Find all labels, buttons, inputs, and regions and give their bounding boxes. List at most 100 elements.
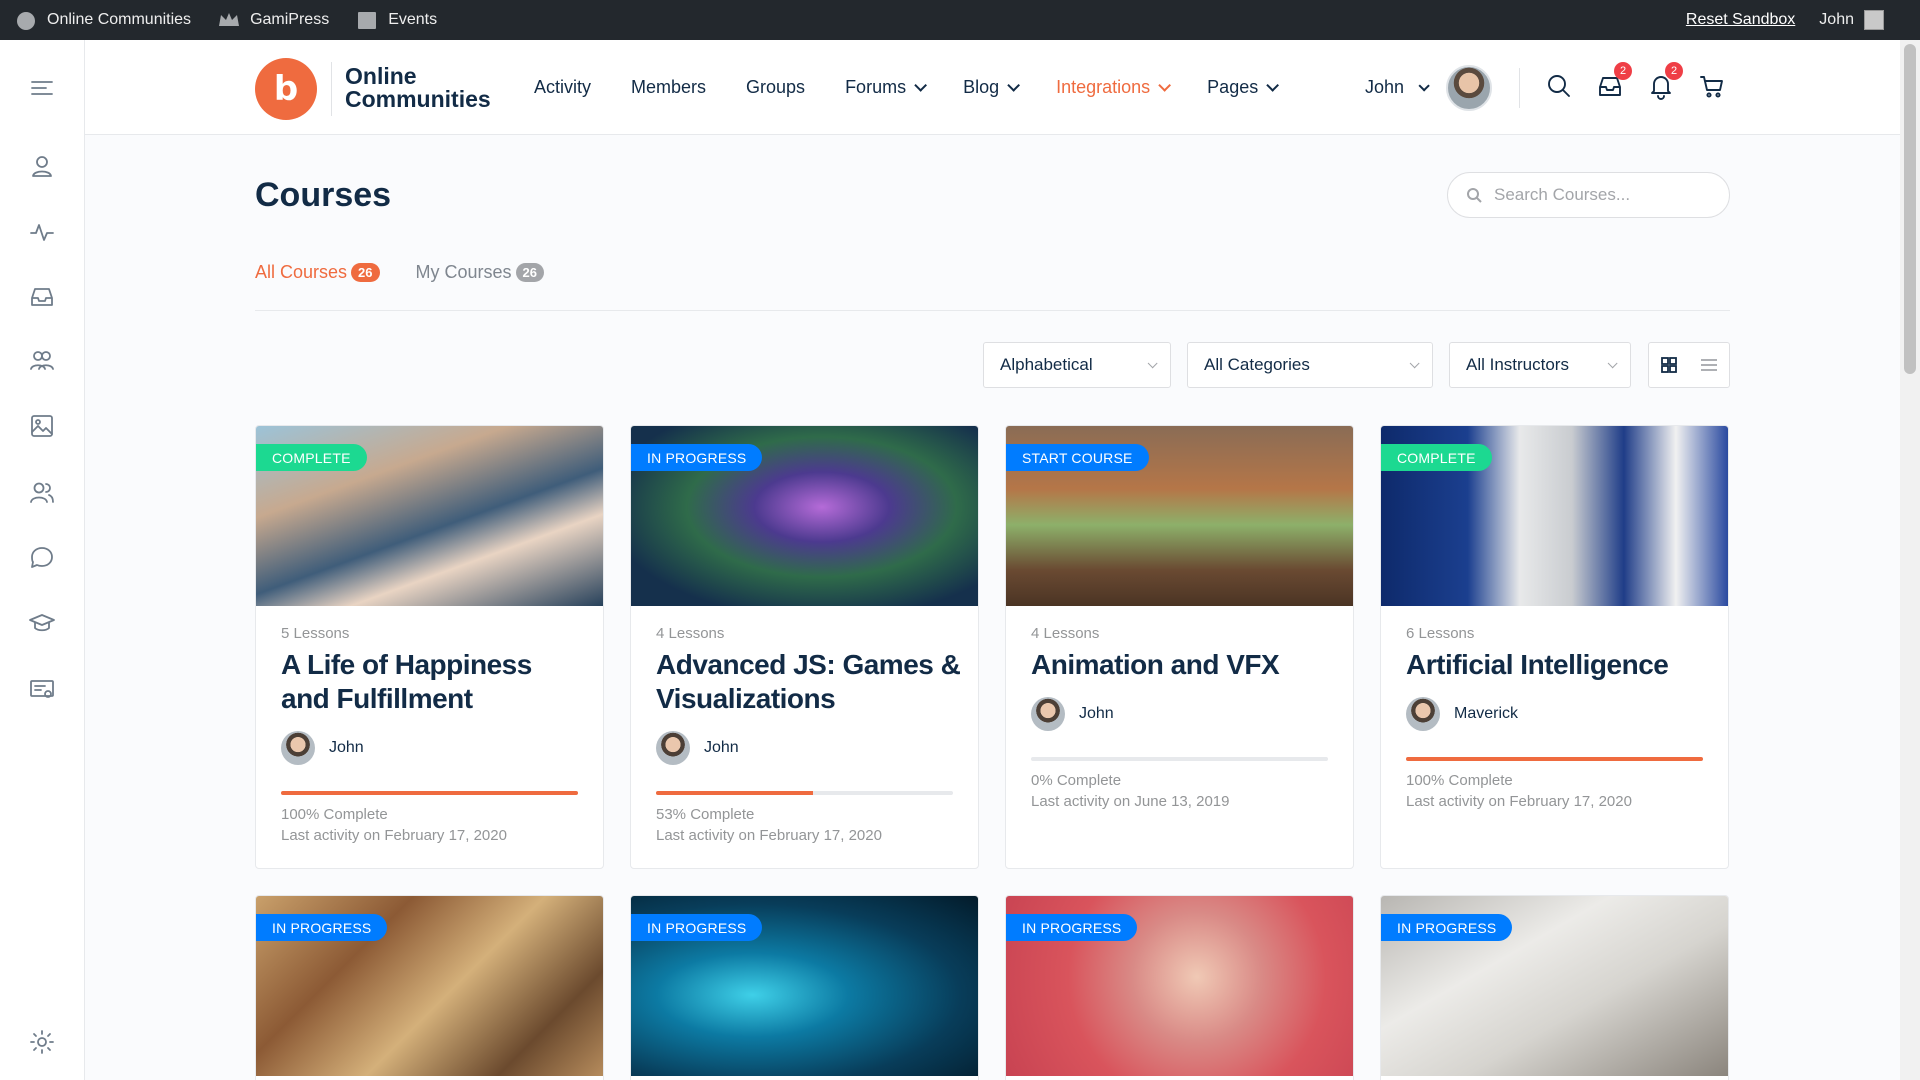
page-title: Courses	[255, 176, 392, 214]
notifications-bell-icon[interactable]: 2	[1647, 62, 1683, 100]
progress-text: 0% Complete	[1031, 772, 1122, 789]
course-meta: 0% Complete Last activity on June 13, 20…	[1031, 770, 1229, 812]
page-scrollbar[interactable]	[1900, 40, 1920, 1080]
order-select[interactable]: Alphabetical	[983, 342, 1171, 388]
course-title[interactable]: A Life of Happiness and Fulfillment	[281, 648, 586, 716]
last-activity: Last activity on February 17, 2020	[281, 827, 507, 844]
search-icon[interactable]	[1545, 72, 1573, 100]
status-badge: START COURSE	[1006, 444, 1149, 471]
user-avatar[interactable]	[1446, 64, 1493, 111]
admin-gamipress-label: GamiPress	[250, 11, 330, 28]
grid-icon	[1661, 357, 1677, 373]
scrollbar-thumb[interactable]	[1904, 44, 1916, 374]
view-toggle	[1648, 342, 1730, 388]
nav-blog[interactable]: Blog	[963, 77, 1021, 98]
course-card[interactable]: IN PROGRESS	[255, 895, 604, 1080]
course-card[interactable]: COMPLETE 6 Lessons Artificial Intelligen…	[1380, 425, 1729, 869]
calendar-icon	[358, 12, 377, 29]
tabs-divider	[255, 310, 1730, 311]
course-author[interactable]: John	[1031, 697, 1114, 731]
course-card[interactable]: COMPLETE 5 Lessons A Life of Happiness a…	[255, 425, 604, 869]
photos-icon[interactable]	[28, 412, 56, 440]
status-badge: COMPLETE	[256, 444, 367, 471]
progress-bar	[1031, 757, 1328, 761]
course-card[interactable]: IN PROGRESS 4 Lessons Advanced JS: Games…	[630, 425, 979, 869]
nav-blog-label: Blog	[963, 77, 1000, 97]
nav-groups[interactable]: Groups	[746, 77, 805, 98]
course-title[interactable]: Artificial Intelligence	[1406, 648, 1711, 682]
course-author[interactable]: John	[656, 731, 739, 765]
list-view-button[interactable]	[1689, 343, 1729, 387]
nav-pages[interactable]: Pages	[1207, 77, 1280, 98]
dashboard-icon	[17, 12, 35, 30]
course-title[interactable]: Animation and VFX	[1031, 648, 1336, 682]
site-logo-text[interactable]: Online Communities	[345, 65, 491, 111]
search-input[interactable]	[1494, 185, 1714, 205]
nav-pages-label: Pages	[1207, 77, 1259, 97]
course-author[interactable]: John	[281, 731, 364, 765]
course-card[interactable]: IN PROGRESS	[1005, 895, 1354, 1080]
reset-sandbox-link[interactable]: Reset Sandbox	[1686, 11, 1795, 29]
course-card[interactable]: IN PROGRESS	[630, 895, 979, 1080]
category-select[interactable]: All Categories	[1187, 342, 1433, 388]
admin-user-menu[interactable]: John	[1819, 10, 1884, 30]
author-avatar	[1031, 697, 1065, 731]
status-badge: IN PROGRESS	[631, 444, 763, 471]
main-nav: Activity Members Groups Forums Blog Inte…	[534, 40, 1315, 135]
admin-site-link[interactable]: Online Communities	[14, 0, 191, 40]
nav-forums-label: Forums	[845, 77, 907, 97]
tab-all-courses[interactable]: All Courses 26	[255, 262, 380, 283]
admin-avatar	[1864, 10, 1884, 30]
last-activity: Last activity on February 17, 2020	[656, 827, 882, 844]
nav-activity-label: Activity	[534, 77, 592, 97]
list-icon	[1701, 359, 1717, 371]
nav-integrations[interactable]: Integrations	[1056, 77, 1172, 98]
settings-gear-icon[interactable]	[28, 1028, 56, 1056]
course-card[interactable]: START COURSE 4 Lessons Animation and VFX…	[1005, 425, 1354, 869]
lesson-count: 4 Lessons	[1031, 625, 1100, 642]
course-card[interactable]: IN PROGRESS	[1380, 895, 1729, 1080]
chevron-down-icon	[1607, 357, 1618, 368]
nav-forums[interactable]: Forums	[845, 77, 928, 98]
activity-icon[interactable]	[28, 218, 56, 246]
crown-icon	[219, 13, 240, 26]
nav-members[interactable]: Members	[631, 77, 706, 98]
status-badge: COMPLETE	[1381, 444, 1492, 471]
groups-icon[interactable]	[28, 346, 56, 374]
messages-icon[interactable]: 2	[1596, 62, 1632, 100]
user-menu[interactable]: John	[1365, 40, 1493, 135]
inbox-icon[interactable]	[28, 282, 56, 310]
progress-bar	[656, 791, 953, 795]
admin-events-link[interactable]: Events	[355, 0, 437, 40]
course-title[interactable]: Advanced JS: Games & Visualizations	[656, 648, 961, 716]
course-meta: 100% Complete Last activity on February …	[281, 804, 507, 846]
site-logo[interactable]: b	[255, 58, 317, 120]
admin-gamipress-link[interactable]: GamiPress	[217, 0, 329, 40]
user-name: John	[1365, 77, 1405, 97]
author-avatar	[656, 731, 690, 765]
lesson-count: 4 Lessons	[656, 625, 725, 642]
tab-my-courses-count: 26	[515, 263, 544, 282]
instructor-select[interactable]: All Instructors	[1449, 342, 1631, 388]
profile-icon[interactable]	[28, 152, 56, 180]
cart-icon[interactable]	[1698, 72, 1726, 100]
courses-icon[interactable]	[28, 610, 56, 638]
progress-text: 100% Complete	[281, 806, 388, 823]
status-badge: IN PROGRESS	[256, 914, 388, 941]
logo-line-2: Communities	[345, 86, 491, 112]
chevron-down-icon	[1007, 79, 1021, 92]
tab-my-courses[interactable]: My Courses 26	[416, 262, 544, 283]
forums-icon[interactable]	[28, 544, 56, 572]
members-icon[interactable]	[28, 478, 56, 506]
course-author[interactable]: Maverick	[1406, 697, 1518, 731]
menu-toggle-icon[interactable]	[28, 74, 56, 102]
grid-view-button[interactable]	[1649, 343, 1689, 387]
course-search[interactable]	[1447, 172, 1730, 218]
admin-user-name: John	[1819, 11, 1854, 29]
progress-bar	[281, 791, 578, 795]
nav-activity[interactable]: Activity	[534, 77, 591, 98]
left-sidebar	[0, 40, 85, 1080]
progress-fill	[656, 791, 814, 795]
last-activity: Last activity on June 13, 2019	[1031, 793, 1230, 810]
certificates-icon[interactable]	[28, 676, 56, 704]
